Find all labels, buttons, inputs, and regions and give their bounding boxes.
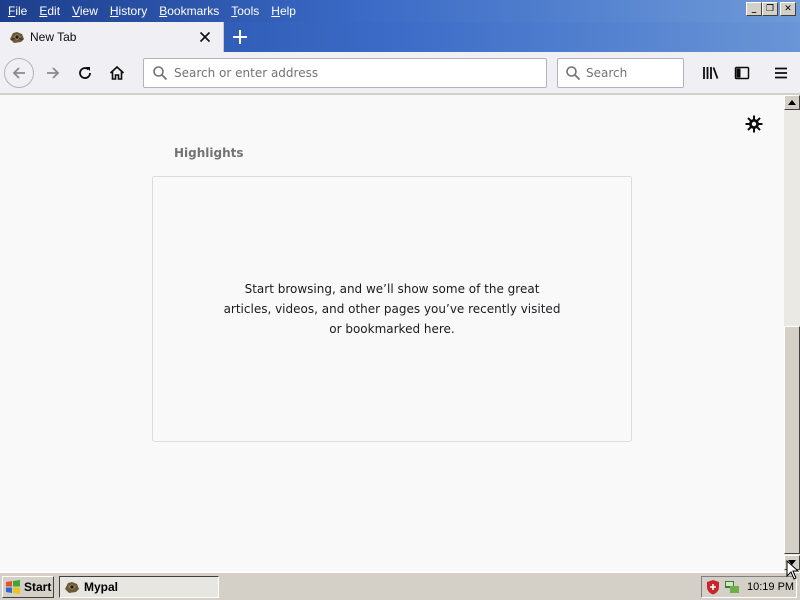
mypal-icon	[65, 582, 79, 593]
reload-icon	[79, 67, 91, 79]
sidebar-button[interactable]	[729, 60, 755, 86]
restore-button[interactable]: ❐	[762, 2, 778, 16]
menu-bookmarks[interactable]: Bookmarks	[153, 1, 225, 21]
close-tab-icon[interactable]	[197, 29, 213, 45]
menu-view[interactable]: View	[66, 1, 104, 21]
library-button[interactable]	[698, 60, 724, 86]
windows-logo-icon	[6, 580, 20, 594]
app-menu-button[interactable]	[768, 60, 794, 86]
close-window-icon: ✕	[784, 3, 792, 14]
taskbar-mypal-button[interactable]: Mypal	[59, 576, 219, 598]
security-shield-icon[interactable]	[705, 579, 721, 595]
back-button[interactable]	[4, 58, 34, 88]
network-icon[interactable]	[724, 579, 740, 595]
menu-tools[interactable]: Tools	[225, 1, 265, 21]
arrow-up-icon	[788, 100, 796, 105]
gear-icon	[745, 115, 763, 133]
menu-edit[interactable]: Edit	[33, 1, 66, 21]
customize-button[interactable]	[744, 114, 764, 134]
mouse-cursor-icon	[786, 560, 800, 580]
search-icon	[151, 64, 169, 82]
navigation-toolbar	[0, 52, 800, 94]
address-bar[interactable]	[143, 58, 547, 88]
highlights-heading: Highlights	[174, 146, 244, 160]
window-controls: _ ❐ ✕	[746, 2, 796, 16]
minimize-icon: _	[751, 3, 757, 14]
start-label: Start	[24, 580, 52, 594]
minimize-button[interactable]: _	[746, 2, 762, 16]
close-window-button[interactable]: ✕	[780, 2, 796, 16]
clock: 10:19 PM	[747, 581, 795, 593]
menu-file[interactable]: File	[2, 1, 33, 21]
taskbar: Start Mypal 10:19 PM	[0, 572, 800, 600]
vertical-scrollbar[interactable]	[784, 95, 800, 572]
tab-strip: New Tab	[0, 22, 800, 52]
menu-help[interactable]: Help	[265, 1, 302, 21]
start-button[interactable]: Start	[2, 576, 54, 598]
highlights-empty-message: Start browsing, and we’ll show some of t…	[223, 282, 561, 336]
title-bar: File Edit View History Bookmarks Tools H…	[0, 0, 800, 22]
forward-button[interactable]	[40, 60, 66, 86]
restore-icon: ❐	[765, 3, 775, 14]
search-bar[interactable]	[557, 58, 736, 88]
mypal-icon	[9, 29, 25, 45]
sidebar-icon	[734, 66, 750, 80]
highlights-empty-state: Start browsing, and we’ll show some of t…	[152, 176, 632, 442]
back-arrow-icon	[12, 67, 25, 79]
plus-icon	[233, 30, 247, 44]
forward-arrow-icon	[47, 67, 60, 79]
tab-title: New Tab	[30, 30, 77, 44]
new-tab-button[interactable]	[228, 26, 252, 48]
system-tray: 10:19 PM	[701, 576, 797, 598]
library-icon	[703, 67, 719, 79]
taskbar-mypal-label: Mypal	[84, 580, 119, 594]
menu-bar: File Edit View History Bookmarks Tools H…	[0, 0, 302, 22]
new-tab-page: Highlights Start browsing, and we’ll sho…	[0, 95, 784, 572]
tab-new-tab[interactable]: New Tab	[0, 22, 224, 52]
scroll-up-button[interactable]	[784, 95, 800, 110]
address-input[interactable]	[174, 61, 546, 85]
home-button[interactable]	[104, 60, 130, 86]
hamburger-menu-icon	[775, 67, 787, 79]
search-icon	[565, 64, 581, 82]
home-icon	[109, 65, 125, 80]
reload-button[interactable]	[72, 60, 98, 86]
scroll-thumb[interactable]	[784, 326, 800, 554]
menu-history[interactable]: History	[104, 1, 153, 21]
